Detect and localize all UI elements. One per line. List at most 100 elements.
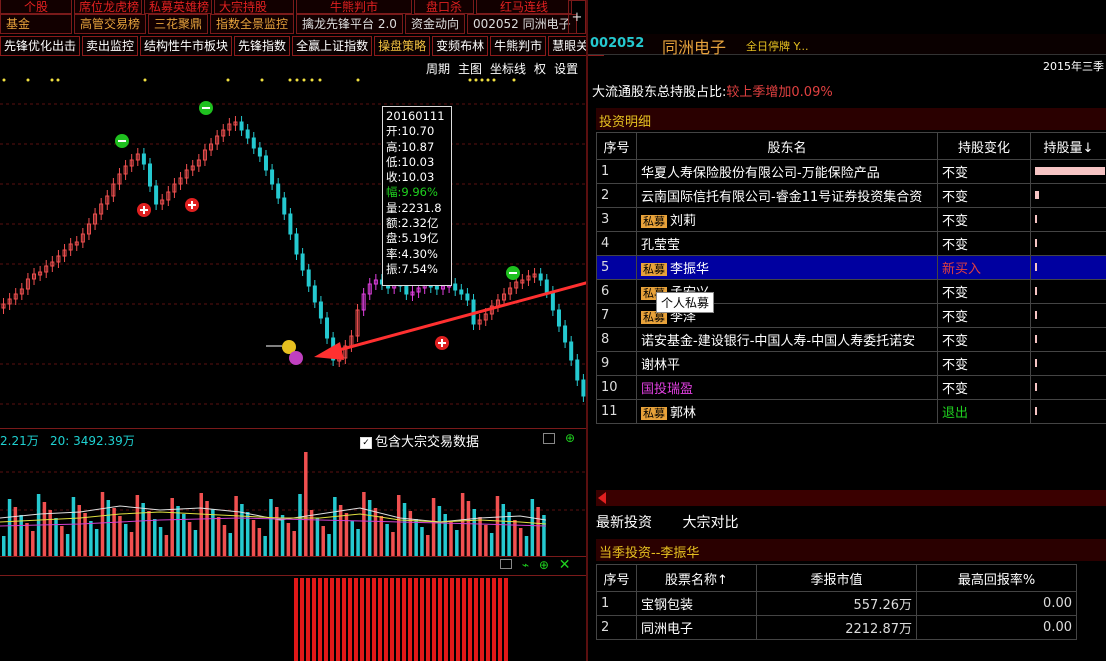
col-max-return[interactable]: 最高回报率%: [916, 564, 1077, 592]
signal-dots: [2, 78, 516, 82]
volume-bar: [431, 498, 436, 556]
col-amount[interactable]: 持股量↓: [1030, 132, 1106, 160]
table-row[interactable]: 10 国投瑞盈 不变: [596, 375, 1106, 400]
tab-fund-flow[interactable]: 资金动向: [404, 14, 465, 34]
holder-table: 序号 股东名 持股变化 持股量↓ 1 华夏人寿保险股份有限公司-万能保险产品 不变 2…: [596, 132, 1106, 424]
volume-bar: [48, 510, 52, 556]
add-tab-button[interactable]: +: [568, 0, 586, 34]
table-row[interactable]: 1 华夏人寿保险股份有限公司-万能保险产品 不变: [596, 159, 1106, 184]
tab-latest-invest[interactable]: 最新投资: [596, 515, 652, 531]
table-row[interactable]: 3 私募 刘莉 不变: [596, 207, 1106, 232]
tab-dragon-platform[interactable]: 擒龙先锋平台 2.0: [296, 14, 403, 34]
candle: [318, 301, 323, 319]
close-icon[interactable]: ✕: [559, 557, 571, 573]
subtab-sell-monitor[interactable]: 卖出监控: [82, 36, 139, 56]
tab-redhorse[interactable]: 红马连线: [476, 0, 572, 14]
tooltip-amount: 额:2.32亿: [386, 216, 439, 231]
row-amount: [1030, 375, 1106, 400]
indicator-tools: ⌁ ⊕ ✕: [500, 557, 571, 573]
row-no: 8: [596, 327, 637, 352]
table-row[interactable]: 2 同洲电子 2212.87万 0.00: [596, 615, 1077, 640]
volume-bar: [182, 514, 186, 556]
subtab-strategy[interactable]: 操盘策略: [374, 36, 431, 56]
candle: [538, 273, 543, 281]
tab-fund[interactable]: 基金: [0, 14, 72, 34]
volume-bar: [484, 525, 488, 556]
candle: [300, 253, 305, 271]
row-amount: [1030, 399, 1106, 424]
private-badge: 私募: [641, 215, 667, 228]
volume-bar: [199, 493, 203, 556]
candle: [282, 197, 287, 215]
subtab-pioneer-index[interactable]: 先锋指数: [234, 36, 291, 56]
candle: [312, 285, 317, 303]
row-holder: 私募 郭林: [636, 399, 938, 424]
subtab-bollinger[interactable]: 变频布林: [432, 36, 489, 56]
checkbox-icon[interactable]: ✓: [360, 436, 372, 449]
col-change[interactable]: 持股变化: [937, 132, 1031, 160]
table-row[interactable]: 2 云南国际信托有限公司-睿金11号证券投资集合资 不变: [596, 183, 1106, 208]
tab-private-hero[interactable]: 私募英雄榜: [144, 0, 212, 14]
table-row[interactable]: 11 私募 郭林 退出: [596, 399, 1106, 424]
window-icon[interactable]: [500, 559, 512, 569]
window-icon[interactable]: [543, 433, 555, 444]
tab-block-compare[interactable]: 大宗对比: [682, 515, 738, 531]
col-holder[interactable]: 股东名: [636, 132, 938, 160]
tab-bull-bear[interactable]: 牛熊判市: [296, 0, 412, 14]
candle: [459, 289, 464, 295]
subtab-bull-bear[interactable]: 牛熊判市: [490, 36, 547, 56]
volume-bar: [524, 536, 529, 556]
table-row[interactable]: 1 宝钢包装 557.26万 0.00: [596, 591, 1077, 616]
holding-bar: [1035, 335, 1037, 343]
volume-bar: [362, 492, 366, 556]
private-fund-tooltip: 个人私募: [656, 292, 715, 313]
row-no: 4: [596, 231, 637, 256]
row-holder: 华夏人寿保险股份有限公司-万能保险产品: [636, 159, 938, 184]
candle: [575, 359, 580, 381]
scrollbar[interactable]: [596, 490, 1106, 506]
volume-bar: [518, 528, 523, 556]
tab-seat-rank[interactable]: 席位龙虎榜: [74, 0, 142, 14]
table-row[interactable]: 4 孔莹莹 不变: [596, 231, 1106, 256]
col-no[interactable]: 序号: [596, 132, 637, 160]
volume-chart: [0, 452, 586, 556]
row-holder: 孔莹莹: [636, 231, 938, 256]
candle: [581, 379, 586, 397]
volume-bar: [530, 499, 535, 556]
scroll-left-icon[interactable]: [598, 492, 606, 504]
tab-exec-trade[interactable]: 高管交易榜: [74, 14, 147, 34]
holding-ratio-label: 大流通股东总持股占比:: [592, 85, 727, 100]
candle: [257, 147, 262, 157]
candle: [263, 155, 268, 171]
volume-bar: [315, 518, 320, 556]
indicator-bar: [360, 578, 364, 661]
row-holder: 私募 刘莉: [636, 207, 938, 232]
table-row[interactable]: 5 私募 李振华 新买入: [596, 255, 1106, 280]
holder-name: 华夏人寿保险股份有限公司-万能保险产品: [641, 166, 880, 181]
tab-index-monitor[interactable]: 指数全景监控: [210, 14, 295, 34]
indicator-bar: [318, 578, 322, 661]
tab-stock[interactable]: 个股: [0, 0, 72, 14]
trend-icon[interactable]: ⌁: [522, 558, 529, 572]
tab-three-flowers[interactable]: 三花聚鼎: [148, 14, 209, 34]
volume-bar: [437, 506, 442, 556]
col-stock-name[interactable]: 股票名称↑: [636, 564, 757, 592]
candle: [245, 129, 250, 139]
volume-bar: [501, 504, 506, 556]
tab-block-holdings[interactable]: 大宗持股: [214, 0, 294, 14]
table-row[interactable]: 9 谢林平 不变: [596, 351, 1106, 376]
tab-handicap[interactable]: 盘口杀: [414, 0, 474, 14]
zoom-icon[interactable]: ⊕: [539, 558, 549, 572]
tab-current-stock[interactable]: 002052 同洲电子: [466, 14, 577, 34]
indicator-bar: [342, 578, 346, 661]
subtab-structural-bull[interactable]: 结构性牛市板块: [140, 36, 233, 56]
table-row[interactable]: 8 诺安基金-建设银行-中国人寿-中国人寿委托诺安 不变: [596, 327, 1106, 352]
candlestick-chart[interactable]: [0, 74, 586, 426]
col-no[interactable]: 序号: [596, 564, 637, 592]
col-market-value[interactable]: 季报市值: [756, 564, 917, 592]
volume-bar: [478, 517, 482, 556]
row-change: 退出: [937, 399, 1031, 424]
subtab-shanghai-index[interactable]: 全赢上证指数: [292, 36, 373, 56]
zoom-icon[interactable]: ⊕: [565, 431, 575, 445]
subtab-pioneer-optimize[interactable]: 先锋优化出击: [0, 36, 81, 56]
